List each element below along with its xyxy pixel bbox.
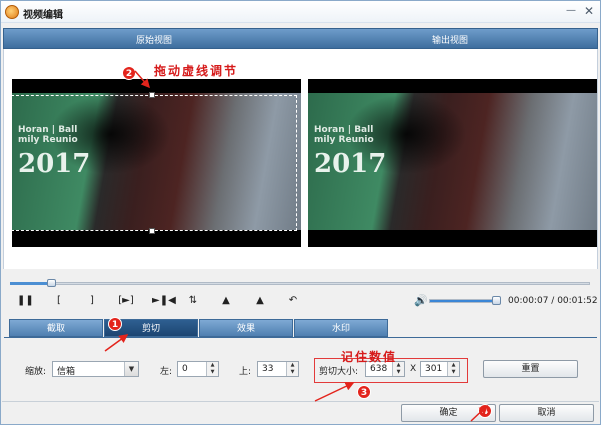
left-offset-spinner[interactable]: 0 ▲ ▼ (177, 361, 219, 377)
zoom-label: 缩放: (25, 367, 47, 377)
left-offset-value: 0 (182, 364, 188, 374)
timeline-progress (10, 282, 51, 285)
output-video-preview: Horan | Ball mily Reunio 2017 (308, 79, 597, 247)
app-icon (5, 5, 19, 19)
view-header: 原始视图 输出视图 (3, 28, 598, 49)
volume-slider[interactable] (429, 299, 501, 303)
spin-down-icon[interactable]: ▼ (207, 369, 218, 376)
left-label: 左: (160, 367, 173, 377)
output-view-label: 输出视图 (432, 36, 469, 46)
skip-end-icon[interactable]: ►❚◀ (152, 293, 176, 309)
edit-tabs: 截取 剪切 效果 水印 (9, 319, 389, 337)
crop-size-label: 剪切大小: (319, 367, 359, 377)
top-offset-spinner[interactable]: 33 ▲ ▼ (257, 361, 299, 377)
shirt-text-line: Horan | Ball mily Reunio (314, 125, 374, 145)
time-display: 00:00:07 / 00:01:52 (508, 296, 598, 306)
crop-height-value: 301 (425, 364, 443, 374)
video-edit-window: 视频编辑 — ✕ 原始视图 输出视图 Horan | Ball mily Reun… (0, 0, 601, 425)
spin-down-icon[interactable]: ▼ (448, 369, 459, 376)
timeline-thumb[interactable] (46, 279, 56, 287)
timeline-slider[interactable] (10, 279, 590, 287)
timeline-track (10, 282, 590, 285)
mark-in-icon[interactable]: [ (51, 293, 67, 309)
tab-effect[interactable]: 效果 (199, 319, 293, 337)
video-frame: Horan | Ball mily Reunio 2017 (308, 93, 597, 230)
chevron-down-icon[interactable]: ▼ (124, 362, 138, 376)
reset-button[interactable]: 重置 (483, 360, 578, 378)
title-bar: 视频编辑 — ✕ (1, 1, 600, 23)
spinner-buttons: ▲ ▼ (286, 362, 298, 376)
crop-handle-bottom[interactable] (149, 228, 155, 234)
mark-out-icon[interactable]: ] (84, 293, 100, 309)
tab-watermark[interactable]: 水印 (294, 319, 388, 337)
pause-icon[interactable]: ❚❚ (17, 293, 34, 309)
remember-annotation: 记住数值 (341, 350, 398, 364)
window-title: 视频编辑 (23, 10, 63, 21)
rotate-right-icon[interactable]: ▲ (252, 293, 268, 309)
next-frame-icon[interactable]: [►] (118, 293, 134, 309)
step-marker-1: 1 (108, 317, 122, 331)
zoom-select[interactable]: 信箱 ▼ (52, 361, 139, 377)
volume-level (430, 300, 492, 302)
tab-trim[interactable]: 截取 (9, 319, 103, 337)
top-offset-value: 33 (262, 364, 274, 374)
step-marker-4: 4 (478, 404, 492, 418)
crop-handle-top[interactable] (149, 92, 155, 98)
crop-height-spinner[interactable]: 301 ▲ ▼ (420, 361, 460, 377)
top-label: 上: (239, 367, 252, 377)
close-button[interactable]: ✕ (582, 4, 596, 18)
undo-icon[interactable]: ↶ (285, 293, 301, 309)
rotate-left-icon[interactable]: ▲ (218, 293, 234, 309)
spin-down-icon[interactable]: ▼ (393, 369, 404, 376)
flip-vertical-icon[interactable]: ⇅ (185, 293, 201, 309)
crop-width-value: 638 (370, 364, 388, 374)
minimize-button[interactable]: — (564, 4, 578, 18)
spin-down-icon[interactable]: ▼ (287, 369, 298, 376)
drag-annotation: 拖动虚线调节 (154, 64, 239, 78)
step-marker-2: 2 (122, 66, 136, 80)
spinner-buttons: ▲ ▼ (206, 362, 218, 376)
spin-up-icon[interactable]: ▲ (287, 362, 298, 369)
crop-selection-box[interactable] (11, 95, 297, 231)
spin-up-icon[interactable]: ▲ (448, 362, 459, 369)
original-view-label: 原始视图 (136, 36, 173, 46)
shirt-year: 2017 (314, 149, 387, 179)
size-separator: X (410, 364, 417, 374)
spinner-buttons: ▲ ▼ (447, 362, 459, 376)
footer-divider (2, 401, 599, 402)
cancel-button[interactable]: 取消 (499, 404, 594, 422)
volume-thumb[interactable] (492, 296, 501, 305)
zoom-value: 信箱 (57, 367, 76, 377)
spin-up-icon[interactable]: ▲ (207, 362, 218, 369)
volume-icon[interactable]: 🔊 (414, 294, 428, 307)
step-marker-3: 3 (357, 385, 371, 399)
